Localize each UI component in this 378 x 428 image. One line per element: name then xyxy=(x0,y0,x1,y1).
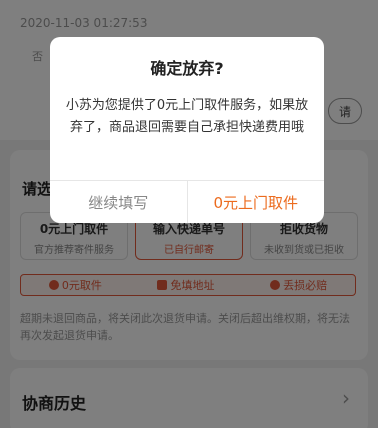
dialog-actions: 继续填写 0元上门取件 xyxy=(50,180,324,223)
free-pickup-button[interactable]: 0元上门取件 xyxy=(188,181,325,223)
dialog-message: 小苏为您提供了0元上门取件服务，如果放弃了，商品退回需要自己承担快递费用哦 xyxy=(65,98,309,135)
continue-editing-button[interactable]: 继续填写 xyxy=(50,181,188,223)
abandon-dialog: 确定放弃? 小苏为您提供了0元上门取件服务，如果放弃了，商品退回需要自己承担快递… xyxy=(50,37,324,223)
dialog-title: 确定放弃? xyxy=(150,59,224,78)
